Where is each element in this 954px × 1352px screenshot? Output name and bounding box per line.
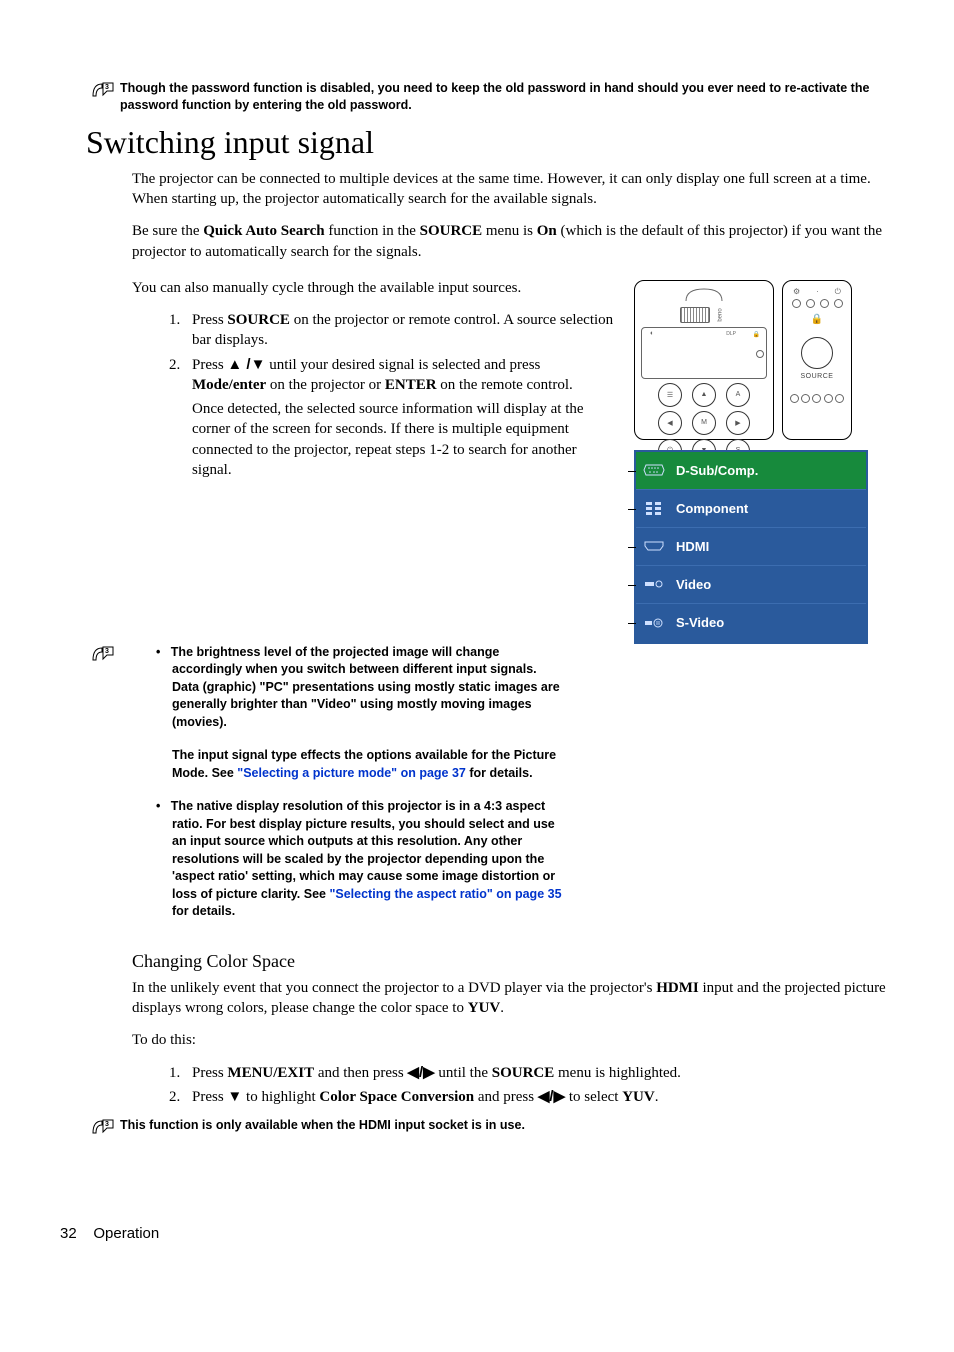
svg-text:3: 3 <box>105 1121 109 1128</box>
ccs-step-1: Press MENU/EXIT and then press ◀/▶ until… <box>184 1063 894 1083</box>
link-picture-mode[interactable]: "Selecting a picture mode" on page 37 <box>237 766 466 780</box>
video-icon <box>642 577 666 591</box>
section-name: Operation <box>93 1225 159 1242</box>
hdmi-icon <box>642 539 666 553</box>
steps-list: Press SOURCE on the projector or remote … <box>132 310 614 480</box>
lock-icon: 🔒 <box>789 314 845 325</box>
svg-text:3: 3 <box>105 648 109 655</box>
svg-text:3: 3 <box>105 84 109 91</box>
note-icon: 3 <box>92 1119 114 1135</box>
dsub-icon <box>642 463 666 477</box>
link-aspect-ratio[interactable]: "Selecting the aspect ratio" on page 35 <box>329 887 561 901</box>
note-brightness: • The brightness level of the projected … <box>156 644 566 732</box>
source-item-video: Video <box>636 566 866 604</box>
panel-up-button: ▲ <box>692 383 716 407</box>
intro-para-2: Be sure the Quick Auto Search function i… <box>132 221 894 262</box>
password-note: 3 Though the password function is disabl… <box>92 80 894 114</box>
page-title: Switching input signal <box>86 124 894 161</box>
power-icon: ⏻ <box>835 287 841 297</box>
svideo-icon <box>642 616 666 630</box>
panel-left-button: ◀ <box>658 411 682 435</box>
page-number: 32 <box>60 1225 77 1242</box>
ccs-step-2: Press ▼ to highlight Color Space Convers… <box>184 1087 894 1107</box>
source-item-dsub: D-Sub/Comp. <box>636 452 866 490</box>
password-note-text: Though the password function is disabled… <box>120 80 894 114</box>
ccs-para: In the unlikely event that you connect t… <box>132 978 894 1019</box>
step-1: Press SOURCE on the projector or remote … <box>184 310 614 351</box>
note-picture-mode: The input signal type effects the option… <box>156 747 566 782</box>
source-item-label: S-Video <box>676 615 724 630</box>
source-item-svideo: S-Video <box>636 604 866 642</box>
source-item-label: D-Sub/Comp. <box>676 463 758 478</box>
gear-icon: ⚙ <box>793 287 800 297</box>
ccs-todo: To do this: <box>132 1030 894 1050</box>
panel-auto-button: A <box>726 383 750 407</box>
hdmi-only-note: 3 This function is only available when t… <box>92 1117 894 1135</box>
intro-para-1: The projector can be connected to multip… <box>132 169 894 210</box>
source-item-hdmi: HDMI <box>636 528 866 566</box>
note-icon: 3 <box>92 82 114 98</box>
subheading-color-space: Changing Color Space <box>132 951 894 972</box>
component-icon <box>642 501 666 515</box>
remote-illustration: ⚙ · ⏻ 🔒 SOURCE <box>782 280 852 440</box>
panel-right-button: ▶ <box>726 411 750 435</box>
brightness-note: 3 • The brightness level of the projecte… <box>92 644 894 937</box>
panel-mode-button: M <box>692 411 716 435</box>
remote-source-label: SOURCE <box>789 373 845 380</box>
source-item-label: Component <box>676 501 748 516</box>
projector-panel-illustration: beno 🔒 DLP ◐ ☰ ▲ A <box>634 280 774 440</box>
source-item-label: HDMI <box>676 539 709 554</box>
panel-menu-button: ☰ <box>658 383 682 407</box>
step-2: Press ▲ /▼ until your desired signal is … <box>184 355 614 481</box>
note-icon: 3 <box>92 646 114 662</box>
source-menu: D-Sub/Comp. Component HDMI <box>634 450 868 644</box>
source-item-component: Component <box>636 490 866 528</box>
remote-source-button <box>801 337 833 369</box>
note-aspect: • The native display resolution of this … <box>156 798 566 921</box>
page-footer: 32 Operation <box>60 1225 894 1242</box>
source-item-label: Video <box>676 577 711 592</box>
ccs-steps: Press MENU/EXIT and then press ◀/▶ until… <box>132 1063 894 1108</box>
intro-para-3: You can also manually cycle through the … <box>132 278 614 298</box>
